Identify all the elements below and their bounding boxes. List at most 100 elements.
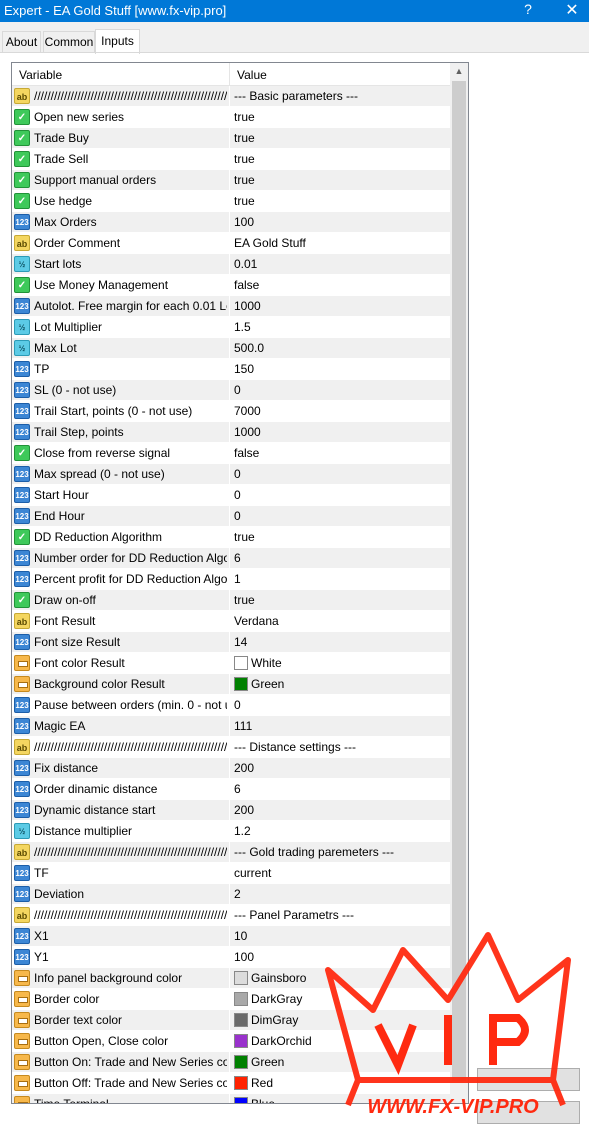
variable-cell[interactable]: 123 TP xyxy=(12,359,229,379)
variable-cell[interactable]: 123 TF xyxy=(12,863,229,883)
table-row[interactable]: ab //////////////////////////////////////… xyxy=(12,905,450,926)
variable-cell[interactable]: ab //////////////////////////////////////… xyxy=(12,737,229,757)
variable-cell[interactable]: Font color Result xyxy=(12,653,229,673)
value-cell[interactable]: 1 xyxy=(230,569,450,589)
variable-cell[interactable]: 123 SL (0 - not use) xyxy=(12,380,229,400)
variable-cell[interactable]: Info panel background color xyxy=(12,968,229,988)
variable-cell[interactable]: 123 Magic EA xyxy=(12,716,229,736)
value-cell[interactable]: 111 xyxy=(230,716,450,736)
variable-cell[interactable]: Border text color xyxy=(12,1010,229,1030)
variable-cell[interactable]: Button Off: Trade and New Series color xyxy=(12,1073,229,1093)
variable-cell[interactable]: 123 Trail Step, points xyxy=(12,422,229,442)
value-cell[interactable]: 1000 xyxy=(230,296,450,316)
variable-cell[interactable]: Time Terminal xyxy=(12,1094,229,1103)
variable-cell[interactable]: ½ Start lots xyxy=(12,254,229,274)
variable-cell[interactable]: ✓ Open new series xyxy=(12,107,229,127)
value-cell[interactable]: false xyxy=(230,443,450,463)
variable-cell[interactable]: 123 X1 xyxy=(12,926,229,946)
table-row[interactable]: ab //////////////////////////////////////… xyxy=(12,842,450,863)
value-cell[interactable]: true xyxy=(230,590,450,610)
close-button[interactable]: ✕ xyxy=(563,0,581,20)
variable-cell[interactable]: ✓ Draw on-off xyxy=(12,590,229,610)
value-cell[interactable]: current xyxy=(230,863,450,883)
value-cell[interactable]: 0 xyxy=(230,380,450,400)
table-row[interactable]: ✓ Support manual orders true xyxy=(12,170,450,191)
variable-cell[interactable]: 123 Y1 xyxy=(12,947,229,967)
table-row[interactable]: 123 Order dinamic distance 6 xyxy=(12,779,450,800)
value-cell[interactable]: --- Panel Parametrs --- xyxy=(230,905,450,925)
help-button[interactable]: ? xyxy=(519,1,537,17)
value-cell[interactable]: 0.01 xyxy=(230,254,450,274)
table-row[interactable]: Font color Result White xyxy=(12,653,450,674)
variable-cell[interactable]: 123 Number order for DD Reduction Algori.… xyxy=(12,548,229,568)
variable-cell[interactable]: 123 Max spread (0 - not use) xyxy=(12,464,229,484)
table-row[interactable]: ½ Max Lot 500.0 xyxy=(12,338,450,359)
variable-cell[interactable]: 123 Deviation xyxy=(12,884,229,904)
variable-cell[interactable]: ab Font Result xyxy=(12,611,229,631)
variable-cell[interactable]: 123 Max Orders xyxy=(12,212,229,232)
variable-cell[interactable]: 123 Autolot. Free margin for each 0.01 Lo… xyxy=(12,296,229,316)
value-cell[interactable]: --- Basic parameters --- xyxy=(230,86,450,106)
header-separator[interactable] xyxy=(229,63,230,85)
variable-cell[interactable]: ✓ Trade Sell xyxy=(12,149,229,169)
table-row[interactable]: ✓ DD Reduction Algorithm true xyxy=(12,527,450,548)
table-row[interactable]: ✓ Draw on-off true xyxy=(12,590,450,611)
table-row[interactable]: ✓ Open new series true xyxy=(12,107,450,128)
variable-cell[interactable]: ab //////////////////////////////////////… xyxy=(12,905,229,925)
variable-cell[interactable]: 123 Order dinamic distance xyxy=(12,779,229,799)
value-cell[interactable]: 150 xyxy=(230,359,450,379)
table-row[interactable]: ✓ Close from reverse signal false xyxy=(12,443,450,464)
variable-cell[interactable]: ab //////////////////////////////////////… xyxy=(12,842,229,862)
variable-cell[interactable]: ✓ Support manual orders xyxy=(12,170,229,190)
table-row[interactable]: 123 Percent profit for DD Reduction Algor… xyxy=(12,569,450,590)
value-cell[interactable]: 14 xyxy=(230,632,450,652)
value-cell[interactable]: true xyxy=(230,149,450,169)
table-row[interactable]: 123 Font size Result 14 xyxy=(12,632,450,653)
table-row[interactable]: 123 Pause between orders (min. 0 - not us… xyxy=(12,695,450,716)
table-row[interactable]: 123 Deviation 2 xyxy=(12,884,450,905)
value-cell[interactable]: Green xyxy=(230,674,450,694)
table-row[interactable]: ½ Start lots 0.01 xyxy=(12,254,450,275)
table-row[interactable]: ab //////////////////////////////////////… xyxy=(12,737,450,758)
value-cell[interactable]: 1.5 xyxy=(230,317,450,337)
table-row[interactable]: 123 Max Orders 100 xyxy=(12,212,450,233)
value-cell[interactable]: White xyxy=(230,653,450,673)
scroll-up-icon[interactable]: ▲ xyxy=(450,63,468,80)
variable-cell[interactable]: Button Open, Close color xyxy=(12,1031,229,1051)
table-row[interactable]: 123 Autolot. Free margin for each 0.01 Lo… xyxy=(12,296,450,317)
variable-cell[interactable]: Background color Result xyxy=(12,674,229,694)
variable-cell[interactable]: 123 Fix distance xyxy=(12,758,229,778)
value-cell[interactable]: true xyxy=(230,191,450,211)
table-row[interactable]: ab //////////////////////////////////////… xyxy=(12,86,450,107)
variable-cell[interactable]: 123 Font size Result xyxy=(12,632,229,652)
variable-cell[interactable]: ✓ DD Reduction Algorithm xyxy=(12,527,229,547)
table-row[interactable]: ✓ Use Money Management false xyxy=(12,275,450,296)
value-cell[interactable]: --- Distance settings --- xyxy=(230,737,450,757)
table-row[interactable]: 123 Trail Step, points 1000 xyxy=(12,422,450,443)
table-row[interactable]: 123 End Hour 0 xyxy=(12,506,450,527)
variable-cell[interactable]: ½ Lot Multiplier xyxy=(12,317,229,337)
table-row[interactable]: ✓ Trade Buy true xyxy=(12,128,450,149)
table-row[interactable]: 123 SL (0 - not use) 0 xyxy=(12,380,450,401)
variable-cell[interactable]: ab //////////////////////////////////////… xyxy=(12,86,229,106)
value-cell[interactable]: 0 xyxy=(230,485,450,505)
value-cell[interactable]: --- Gold trading paremeters --- xyxy=(230,842,450,862)
table-row[interactable]: 123 Max spread (0 - not use) 0 xyxy=(12,464,450,485)
value-cell[interactable]: 6 xyxy=(230,779,450,799)
table-row[interactable]: 123 Trail Start, points (0 - not use) 7000 xyxy=(12,401,450,422)
tab-about[interactable]: About xyxy=(2,31,41,52)
value-cell[interactable]: 200 xyxy=(230,800,450,820)
variable-cell[interactable]: 123 Trail Start, points (0 - not use) xyxy=(12,401,229,421)
variable-cell[interactable]: ✓ Use Money Management xyxy=(12,275,229,295)
variable-cell[interactable]: Border color xyxy=(12,989,229,1009)
value-cell[interactable]: false xyxy=(230,275,450,295)
table-row[interactable]: ½ Lot Multiplier 1.5 xyxy=(12,317,450,338)
value-cell[interactable]: 1.2 xyxy=(230,821,450,841)
tab-inputs[interactable]: Inputs xyxy=(95,29,140,54)
value-cell[interactable]: 0 xyxy=(230,695,450,715)
value-cell[interactable]: 1000 xyxy=(230,422,450,442)
value-cell[interactable]: true xyxy=(230,107,450,127)
variable-cell[interactable]: 123 Dynamic distance start xyxy=(12,800,229,820)
value-cell[interactable]: EA Gold Stuff xyxy=(230,233,450,253)
table-row[interactable]: 123 Magic EA 111 xyxy=(12,716,450,737)
